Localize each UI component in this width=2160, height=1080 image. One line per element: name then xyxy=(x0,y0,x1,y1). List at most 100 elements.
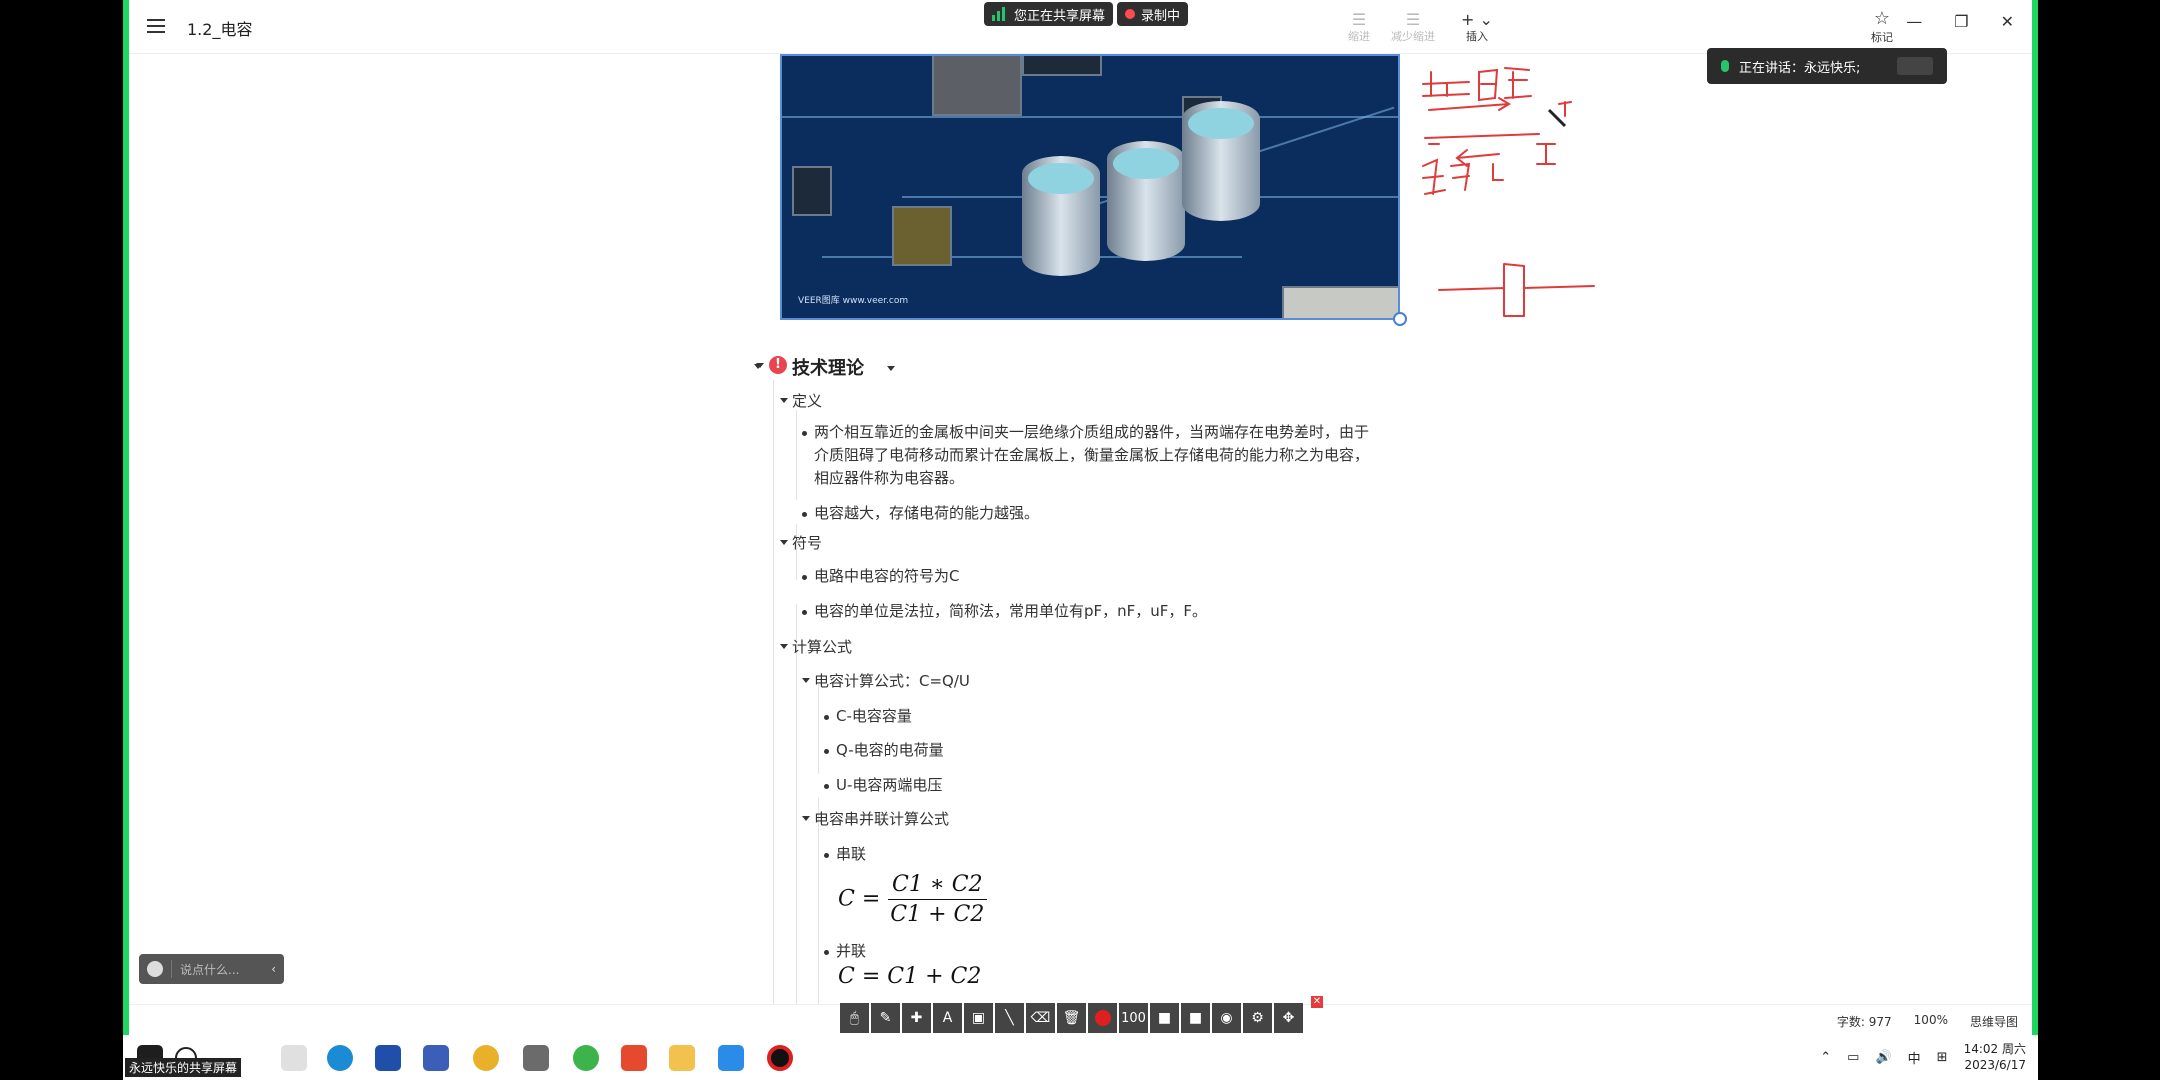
node-formula[interactable]: 计算公式 xyxy=(792,636,852,657)
outdent-button[interactable]: ☰ 减少缩进 xyxy=(1391,10,1435,44)
task-view-icon[interactable] xyxy=(281,1045,307,1071)
app-icon-building[interactable] xyxy=(423,1045,449,1071)
app-icon-blue[interactable] xyxy=(718,1045,744,1071)
pen-icon[interactable]: ✎ xyxy=(871,1003,900,1033)
mouse-icon[interactable]: 🖱 xyxy=(840,1003,869,1033)
color-picker-icon[interactable] xyxy=(1088,1003,1117,1033)
share-label: 永远快乐的共享屏幕 xyxy=(125,1058,242,1077)
line-icon[interactable]: ╲ xyxy=(995,1003,1024,1033)
node-units[interactable]: 电容的单位是法拉，简称法，常用单位有pF，nF，uF，F。 xyxy=(814,600,1207,621)
series-formula: C = C1 ∗ C2 C1 + C2 xyxy=(838,872,988,927)
eraser-icon[interactable]: ⌫ xyxy=(1026,1003,1055,1033)
insert-label: 插入 xyxy=(1466,30,1488,43)
node-series-parallel[interactable]: 电容串并联计算公式 xyxy=(814,808,949,829)
recording-indicator[interactable]: 录制中 xyxy=(1117,2,1189,26)
collapse-toggle-symbol[interactable] xyxy=(780,540,788,545)
app-icon-green[interactable] xyxy=(573,1045,599,1071)
node-symbol[interactable]: 符号 xyxy=(792,532,822,553)
move-icon[interactable]: ✥ xyxy=(1274,1003,1303,1033)
document-window: 1.2_电容 您正在共享屏幕 录制中 ☰ 缩进 ☰ 减少缩进 + ⌄ 插入 ☆ … xyxy=(123,0,2038,1035)
close-icon[interactable]: ✕ xyxy=(2001,12,2014,31)
settings-icon[interactable]: ⚙ xyxy=(1243,1003,1272,1033)
document-title: 1.2_电容 xyxy=(187,20,253,39)
edge-icon[interactable] xyxy=(327,1045,353,1071)
star-icon: ☆ xyxy=(1873,8,1891,29)
collapse-toggle-formula[interactable] xyxy=(780,644,788,649)
restore-icon[interactable]: ❐ xyxy=(1954,12,1968,31)
keyboard-icon[interactable]: ⊞ xyxy=(1937,1050,1948,1065)
ime-indicator[interactable]: 中 xyxy=(1908,1048,1921,1067)
volume-icon[interactable]: 🔊 xyxy=(1875,1050,1891,1065)
node-c-capacity[interactable]: C-电容容量 xyxy=(836,705,912,726)
collapse-toggle-section[interactable] xyxy=(756,363,764,368)
crosshair-icon[interactable]: ✚ xyxy=(902,1003,931,1033)
chrome-icon[interactable] xyxy=(473,1045,499,1071)
section-title[interactable]: 技术理论 xyxy=(792,354,864,380)
store-icon[interactable] xyxy=(375,1045,401,1071)
plus-icon: + ⌄ xyxy=(1461,10,1493,29)
zoom-level[interactable]: 100% xyxy=(1914,1013,1948,1030)
tray-chevron-icon[interactable]: ⌃ xyxy=(1820,1050,1831,1065)
document-canvas: VEER图库 www.veer.com ! 技术理论 定义 两个相互靠近的金属板… xyxy=(129,54,2032,1004)
emoji-icon[interactable] xyxy=(147,961,163,977)
menu-icon[interactable] xyxy=(145,14,173,38)
indent-label: 缩进 xyxy=(1348,30,1370,43)
title-bar: 1.2_电容 您正在共享屏幕 录制中 ☰ 缩进 ☰ 减少缩进 + ⌄ 插入 ☆ … xyxy=(129,0,2032,54)
windows-taskbar: 永远快乐的共享屏幕 ⌃ ▭ 🔊 中 ⊞ 14:02 周六 2023/6/17 xyxy=(123,1035,2038,1080)
image-resize-handle[interactable] xyxy=(1393,312,1407,326)
node-definition-text[interactable]: 两个相互靠近的金属板中间夹一层绝缘介质组成的器件，当两端存在电势差时，由于介质阻… xyxy=(814,421,1374,490)
node-u-voltage[interactable]: U-电容两端电压 xyxy=(836,774,942,795)
node-parallel[interactable]: 并联 xyxy=(836,940,866,961)
record-icon xyxy=(1125,9,1135,19)
outdent-icon: ☰ xyxy=(1405,10,1421,29)
handwritten-annotation xyxy=(1422,67,1595,317)
indent-button[interactable]: ☰ 缩进 xyxy=(1337,10,1381,44)
stroke-size[interactable]: 100 xyxy=(1119,1003,1148,1033)
fill-icon[interactable]: ■ xyxy=(1181,1003,1210,1033)
favorite-button[interactable]: ☆ 标记 xyxy=(1862,8,1902,45)
minimize-icon[interactable]: — xyxy=(1906,12,1922,31)
collapse-toggle-definition[interactable] xyxy=(780,398,788,403)
shape-icon[interactable]: ■ xyxy=(1150,1003,1179,1033)
close-annotation-icon[interactable]: ✕ xyxy=(1311,996,1323,1008)
screen-share-indicator[interactable]: 您正在共享屏幕 xyxy=(984,2,1114,26)
recording-status: 录制中 xyxy=(1141,8,1181,24)
image-watermark: VEER图库 www.veer.com xyxy=(798,296,909,306)
circuit-board-image[interactable]: VEER图库 www.veer.com xyxy=(780,54,1400,320)
node-q-charge[interactable]: Q-电容的电荷量 xyxy=(836,739,944,760)
word-count: 字数: 977 xyxy=(1836,1015,1892,1029)
clock[interactable]: 14:02 周六 2023/6/17 xyxy=(1964,1041,2026,1073)
chat-input[interactable]: 说点什么... ‹ xyxy=(139,954,284,984)
signal-icon xyxy=(992,7,1006,21)
node-series[interactable]: 串联 xyxy=(836,843,866,864)
image-icon[interactable]: ▣ xyxy=(964,1003,993,1033)
folder-icon[interactable] xyxy=(669,1045,695,1071)
app-icon-red[interactable] xyxy=(621,1045,647,1071)
insert-button[interactable]: + ⌄ 插入 xyxy=(1455,10,1499,44)
network-icon[interactable]: ▭ xyxy=(1847,1050,1859,1065)
node-capacity-note[interactable]: 电容越大，存储电荷的能力越强。 xyxy=(814,502,1039,523)
chat-placeholder: 说点什么... xyxy=(180,962,240,977)
trash-icon[interactable]: 🗑 xyxy=(1057,1003,1086,1033)
collapse-toggle-series-parallel[interactable] xyxy=(802,816,810,821)
time: 14:02 xyxy=(1963,1042,1999,1056)
calculator-icon[interactable] xyxy=(523,1045,549,1071)
weekday: 周六 xyxy=(2001,1042,2026,1056)
node-symbol-c[interactable]: 电路中电容的符号为C xyxy=(814,565,959,586)
mindmap-button[interactable]: 思维导图 xyxy=(1970,1013,2018,1030)
node-capacitance-formula[interactable]: 电容计算公式：C=Q/U xyxy=(814,670,970,691)
date: 2023/6/17 xyxy=(1964,1058,2026,1072)
node-definition[interactable]: 定义 xyxy=(792,390,822,411)
collapse-chat-icon[interactable]: ‹ xyxy=(271,962,276,976)
outdent-label: 减少缩进 xyxy=(1391,30,1435,43)
parallel-formula: C = C1 + C2 xyxy=(838,964,982,989)
share-status: 您正在共享屏幕 xyxy=(1014,8,1106,24)
text-icon[interactable]: A xyxy=(933,1003,962,1033)
collapse-toggle-capacitance[interactable] xyxy=(802,678,810,683)
indent-icon: ☰ xyxy=(1351,10,1367,29)
annotation-toolbar: 🖱 ✎ ✚ A ▣ ╲ ⌫ 🗑 100 ■ ■ ◉ ⚙ ✥ xyxy=(840,1003,1303,1033)
warning-icon: ! xyxy=(769,356,787,374)
eye-icon[interactable]: ◉ xyxy=(1212,1003,1241,1033)
recorder-icon[interactable] xyxy=(767,1045,793,1071)
favorite-label: 标记 xyxy=(1871,31,1893,44)
